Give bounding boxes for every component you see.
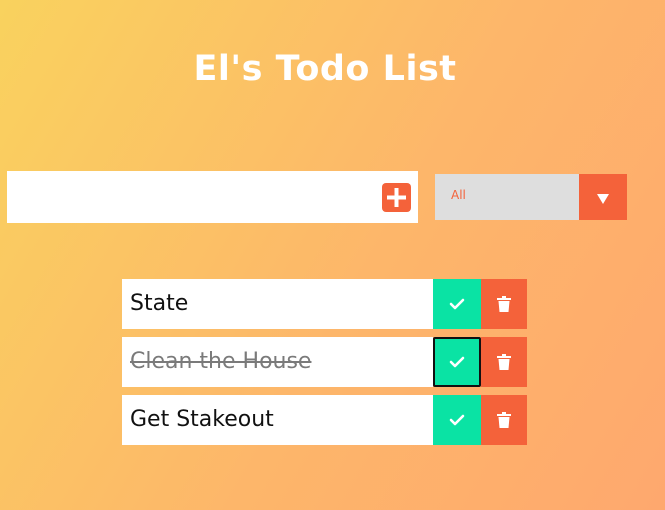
caret-down-icon bbox=[597, 194, 609, 204]
trash-icon bbox=[497, 354, 511, 370]
trash-icon bbox=[497, 412, 511, 428]
page-title: El's Todo List bbox=[193, 49, 457, 90]
check-icon bbox=[449, 356, 465, 368]
todo-input[interactable] bbox=[7, 171, 367, 223]
todo-text: Get Stakeout bbox=[122, 395, 433, 445]
filter-select[interactable]: All bbox=[435, 174, 627, 220]
trash-icon bbox=[497, 296, 511, 312]
complete-button[interactable] bbox=[433, 279, 481, 329]
todo-item: State bbox=[122, 279, 527, 329]
todo-item: Get Stakeout bbox=[122, 395, 527, 445]
delete-button[interactable] bbox=[481, 337, 527, 387]
filter-selected-value: All bbox=[451, 188, 466, 202]
check-icon bbox=[449, 414, 465, 426]
todo-list: State Clean the House Get Stakeout bbox=[122, 279, 527, 453]
complete-button[interactable] bbox=[433, 395, 481, 445]
complete-button[interactable] bbox=[433, 337, 481, 387]
plus-square-icon bbox=[387, 188, 406, 207]
delete-button[interactable] bbox=[481, 279, 527, 329]
delete-button[interactable] bbox=[481, 395, 527, 445]
add-todo-button[interactable] bbox=[382, 183, 411, 212]
todo-text: State bbox=[122, 279, 433, 329]
todo-text: Clean the House bbox=[122, 337, 433, 387]
todo-item: Clean the House bbox=[122, 337, 527, 387]
check-icon bbox=[449, 298, 465, 310]
todo-input-container bbox=[7, 171, 418, 223]
filter-dropdown-button[interactable] bbox=[579, 174, 627, 220]
